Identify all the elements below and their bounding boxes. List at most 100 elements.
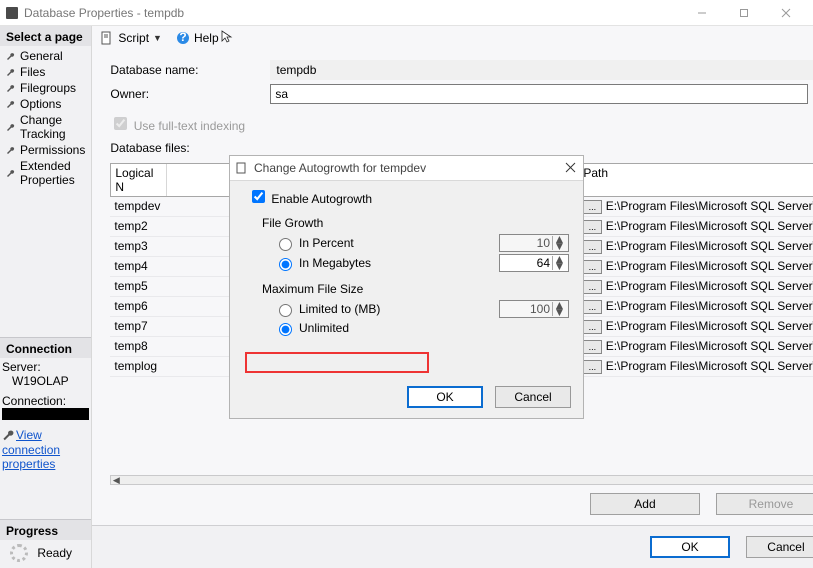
wrench-icon xyxy=(6,83,16,93)
sidebar-item-general[interactable]: General xyxy=(2,48,89,64)
path-picker-button[interactable]: ... xyxy=(582,360,602,374)
script-icon xyxy=(100,31,114,45)
add-button[interactable]: Add xyxy=(590,493,700,515)
dialog-ok-button[interactable]: OK xyxy=(407,386,483,408)
path-picker-button[interactable]: ... xyxy=(582,300,602,314)
autogrowth-dialog: Change Autogrowth for tempdev Enable Aut… xyxy=(229,155,584,419)
script-dropdown-icon[interactable]: ▼ xyxy=(153,33,162,43)
sidebar-item-options[interactable]: Options xyxy=(2,96,89,112)
in-percent-label: In Percent xyxy=(299,236,499,250)
enable-autogrowth-checkbox[interactable] xyxy=(252,190,265,203)
sidebar-item-label: Permissions xyxy=(20,143,85,157)
sidebar-item-filegroups[interactable]: Filegroups xyxy=(2,80,89,96)
unlimited-label: Unlimited xyxy=(299,321,569,335)
in-megabytes-radio[interactable] xyxy=(279,258,292,271)
path-cell: E:\Program Files\Microsoft SQL Server\MS xyxy=(606,199,813,213)
select-page-header: Select a page xyxy=(0,26,91,46)
limited-spinner: ▲▼ xyxy=(499,300,569,318)
in-megabytes-label: In Megabytes xyxy=(299,256,499,270)
page-list: General Files Filegroups Options Change … xyxy=(0,46,91,192)
fulltext-checkbox xyxy=(114,117,127,130)
spinner-icon xyxy=(10,544,28,562)
path-picker-button[interactable]: ... xyxy=(582,240,602,254)
path-picker-button[interactable]: ... xyxy=(582,260,602,274)
logical-name-cell: temp2 xyxy=(110,217,166,236)
wrench-icon xyxy=(6,122,16,132)
progress-header: Progress xyxy=(0,520,91,540)
scroll-left-icon[interactable]: ◀ xyxy=(111,475,121,486)
path-picker-button[interactable]: ... xyxy=(582,280,602,294)
limited-input xyxy=(500,301,552,317)
dialog-close-button[interactable] xyxy=(549,157,577,179)
minimize-button[interactable] xyxy=(681,0,723,26)
remove-button: Remove xyxy=(716,493,813,515)
help-icon: ? xyxy=(176,31,190,45)
path-picker-button[interactable]: ... xyxy=(582,220,602,234)
sidebar-item-label: Filegroups xyxy=(20,81,76,95)
path-cell: E:\Program Files\Microsoft SQL Server\MS xyxy=(606,279,813,293)
help-button[interactable]: Help xyxy=(194,31,219,45)
progress-area: Ready xyxy=(0,540,91,568)
enable-autogrowth-label: Enable Autogrowth xyxy=(271,192,372,206)
mb-spinner[interactable]: ▲▼ xyxy=(499,254,569,272)
wrench-icon xyxy=(6,145,16,155)
toolbar: Script ▼ ? Help xyxy=(92,26,813,50)
sidebar-item-label: General xyxy=(20,49,63,63)
path-cell: E:\Program Files\Microsoft SQL Server\MS xyxy=(606,339,813,353)
col-logical-name[interactable]: Logical N xyxy=(111,164,167,196)
cancel-button[interactable]: Cancel xyxy=(746,536,813,558)
owner-label: Owner: xyxy=(110,87,270,101)
svg-text:?: ? xyxy=(179,31,186,44)
percent-input xyxy=(500,235,552,251)
logical-name-cell: temp5 xyxy=(110,277,166,296)
cursor-icon xyxy=(221,30,233,47)
max-file-size-header: Maximum File Size xyxy=(262,282,569,296)
logical-name-cell: temp3 xyxy=(110,237,166,256)
logical-name-cell: temp4 xyxy=(110,257,166,276)
title-bar: Database Properties - tempdb xyxy=(0,0,813,26)
close-button[interactable] xyxy=(765,0,807,26)
app-icon xyxy=(6,7,18,19)
connection-value-redacted xyxy=(2,408,89,420)
server-label: Server: xyxy=(2,360,89,374)
sidebar-item-files[interactable]: Files xyxy=(2,64,89,80)
db-name-label: Database name: xyxy=(110,63,270,77)
col-path[interactable]: Path xyxy=(579,164,813,196)
ok-button[interactable]: OK xyxy=(650,536,730,558)
script-button[interactable]: Script xyxy=(118,31,149,45)
maximize-button[interactable] xyxy=(723,0,765,26)
path-cell: E:\Program Files\Microsoft SQL Server\MS xyxy=(606,239,813,253)
wrench-icon xyxy=(6,99,16,109)
path-cell: E:\Program Files\Microsoft SQL Server\MS xyxy=(606,359,813,373)
sidebar: Select a page General Files Filegroups O… xyxy=(0,26,92,568)
path-picker-button[interactable]: ... xyxy=(582,340,602,354)
horizontal-scrollbar[interactable]: ◀ ▶ xyxy=(110,475,813,485)
sidebar-item-permissions[interactable]: Permissions xyxy=(2,142,89,158)
progress-status: Ready xyxy=(37,546,72,560)
fulltext-label: Use full-text indexing xyxy=(134,119,245,133)
percent-spinner: ▲▼ xyxy=(499,234,569,252)
path-cell: E:\Program Files\Microsoft SQL Server\MS xyxy=(606,259,813,273)
sidebar-item-change-tracking[interactable]: Change Tracking xyxy=(2,112,89,142)
sidebar-item-label: Change Tracking xyxy=(20,113,85,141)
path-picker-button[interactable]: ... xyxy=(582,320,602,334)
unlimited-radio[interactable] xyxy=(279,323,292,336)
in-percent-radio[interactable] xyxy=(279,238,292,251)
logical-name-cell: templog xyxy=(110,357,166,376)
path-cell: E:\Program Files\Microsoft SQL Server\MS xyxy=(606,219,813,233)
dialog-title: Change Autogrowth for tempdev xyxy=(254,161,549,175)
sidebar-item-label: Files xyxy=(20,65,45,79)
limited-radio[interactable] xyxy=(279,304,292,317)
file-growth-header: File Growth xyxy=(262,216,569,230)
path-picker-button[interactable]: ... xyxy=(582,200,602,214)
dialog-cancel-button[interactable]: Cancel xyxy=(495,386,571,408)
path-cell: E:\Program Files\Microsoft SQL Server\MS xyxy=(606,299,813,313)
sidebar-item-label: Extended Properties xyxy=(20,159,85,187)
wrench-icon xyxy=(6,51,16,61)
db-name-value: tempdb xyxy=(270,60,813,80)
dialog-icon xyxy=(236,162,248,174)
server-value: W19OLAP xyxy=(2,374,89,388)
mb-input[interactable] xyxy=(500,255,552,271)
owner-input[interactable] xyxy=(270,84,808,104)
sidebar-item-extended-properties[interactable]: Extended Properties xyxy=(2,158,89,188)
